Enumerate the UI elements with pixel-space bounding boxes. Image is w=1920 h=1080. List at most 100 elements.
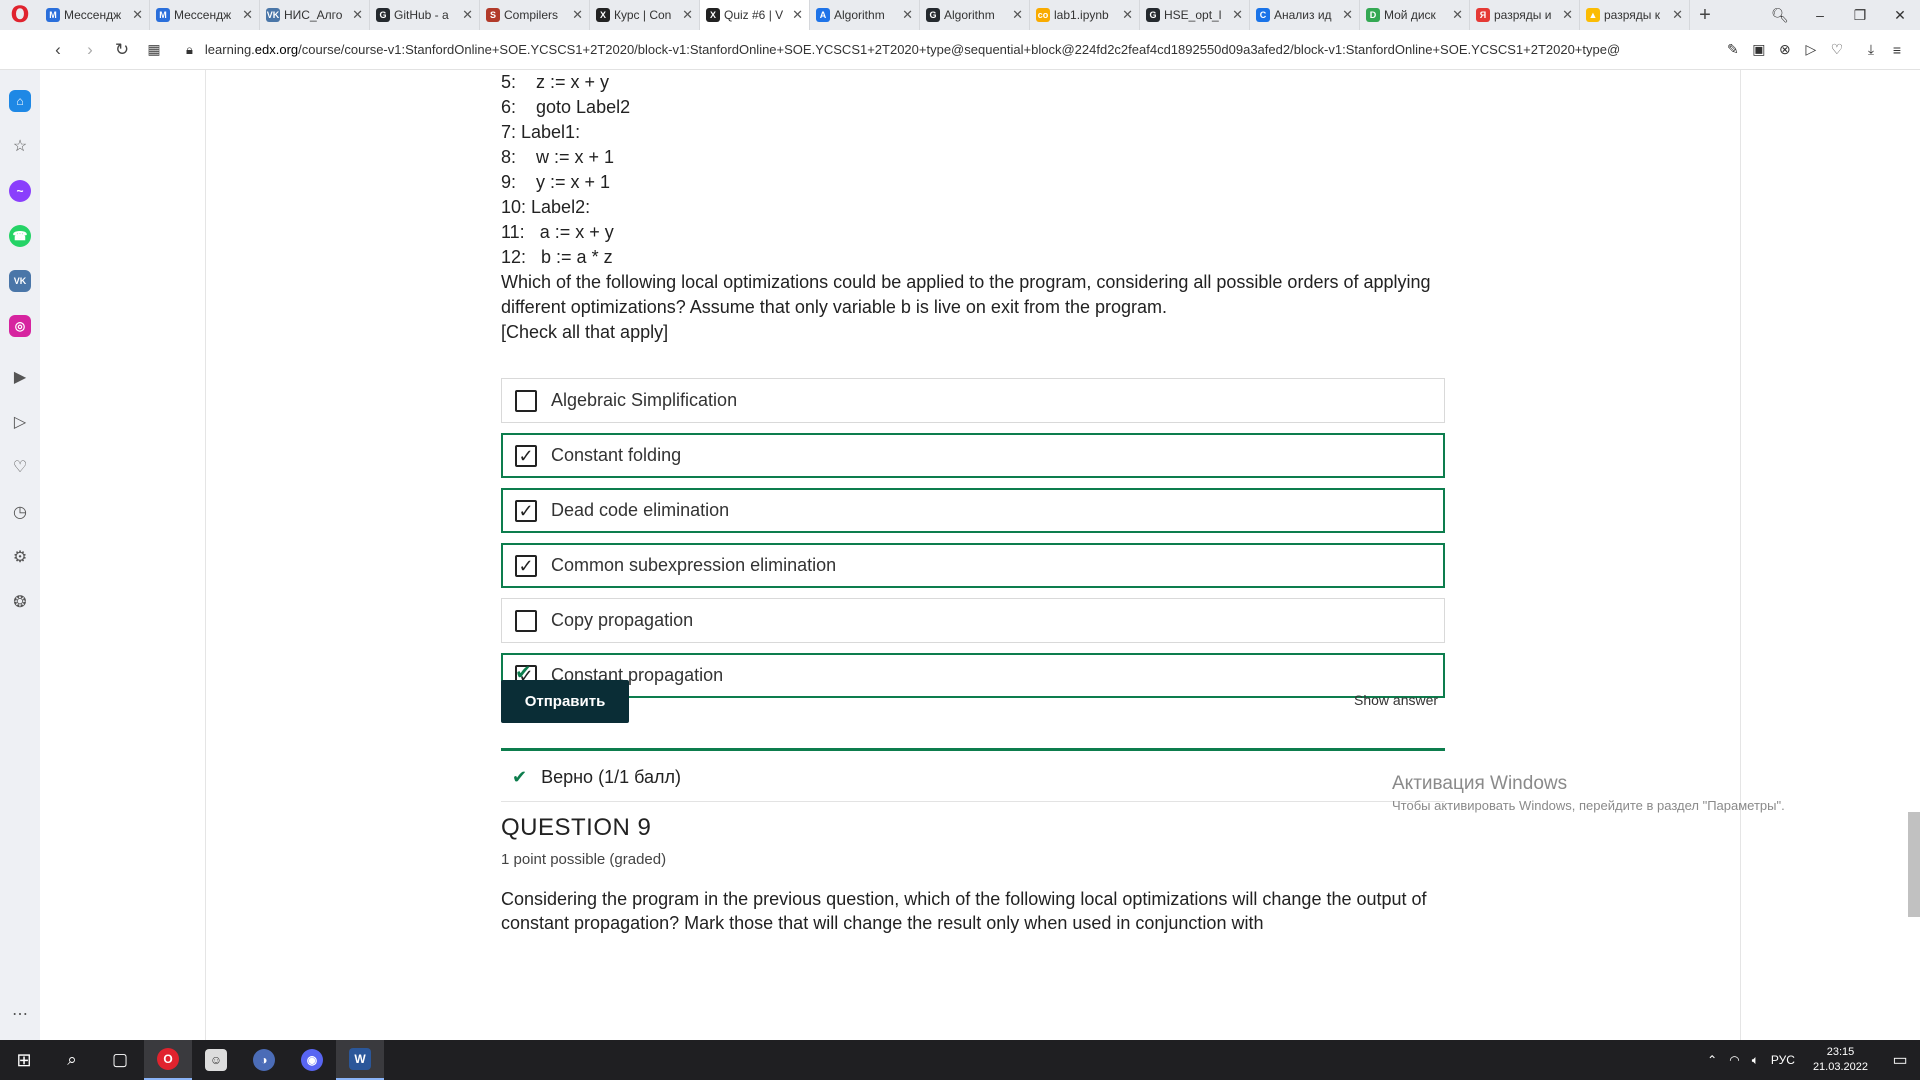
close-window-button[interactable]: ✕ xyxy=(1880,0,1920,30)
notifications-icon[interactable]: ▭ xyxy=(1880,1050,1920,1070)
instagram-icon[interactable]: ◎ xyxy=(0,303,40,348)
browser-tab[interactable]: X Курс | Con ✕ xyxy=(590,0,700,30)
more-icon[interactable]: ⋯ xyxy=(0,991,40,1036)
tab-close-icon[interactable]: ✕ xyxy=(1232,7,1243,23)
new-tab-button[interactable]: + xyxy=(1690,4,1720,27)
player-icon[interactable]: ▶ xyxy=(0,354,40,399)
browser-tab[interactable]: G HSE_opt_l ✕ xyxy=(1140,0,1250,30)
tab-close-icon[interactable]: ✕ xyxy=(1342,7,1353,23)
browser-tab[interactable]: G GitHub - a ✕ xyxy=(370,0,480,30)
back-button[interactable]: ‹ xyxy=(42,40,74,60)
tab-close-icon[interactable]: ✕ xyxy=(902,7,913,23)
checkbox[interactable]: ✓ xyxy=(515,554,537,577)
send-sidebar-icon[interactable]: ▷ xyxy=(0,399,40,444)
tab-close-icon[interactable]: ✕ xyxy=(682,7,693,23)
messenger-icon[interactable]: ~ xyxy=(0,168,40,213)
minimize-button[interactable]: – xyxy=(1800,0,1840,30)
taskbar-app-icon[interactable]: ◑ xyxy=(240,1040,288,1080)
browser-tab[interactable]: G Algorithm ✕ xyxy=(920,0,1030,30)
download-icon[interactable]: ⤓ xyxy=(1858,41,1884,58)
search-tabs-icon[interactable]: 🔍︎ xyxy=(1760,0,1800,30)
browser-tab[interactable]: A Algorithm ✕ xyxy=(810,0,920,30)
tab-favicon-icon: M xyxy=(156,8,170,22)
tabs-grid-icon[interactable]: ▦ xyxy=(138,41,170,58)
tab-close-icon[interactable]: ✕ xyxy=(1562,7,1573,23)
browser-tab[interactable]: co lab1.ipynb ✕ xyxy=(1030,0,1140,30)
answer-option[interactable]: ✓ Dead code elimination xyxy=(501,488,1445,533)
lock-icon[interactable]: 🔒︎ xyxy=(186,42,193,58)
reload-button[interactable]: ↻ xyxy=(106,40,138,60)
favorites-icon[interactable]: ♡ xyxy=(0,444,40,489)
tab-close-icon[interactable]: ✕ xyxy=(462,7,473,23)
question-separator xyxy=(501,801,1445,802)
checkbox[interactable] xyxy=(515,609,537,632)
tab-close-icon[interactable]: ✕ xyxy=(242,7,253,23)
browser-tab[interactable]: S Compilers ✕ xyxy=(480,0,590,30)
menu-icon[interactable]: ≡ xyxy=(1884,42,1910,58)
clock[interactable]: 23:15 21.03.2022 xyxy=(1801,1045,1880,1075)
task-view-icon[interactable]: ▢ xyxy=(96,1040,144,1080)
home-icon[interactable]: ⌂ xyxy=(0,78,40,123)
answer-option[interactable]: Algebraic Simplification xyxy=(501,378,1445,423)
edit-icon[interactable]: ✎ xyxy=(1720,41,1746,58)
search-icon[interactable]: ⌕ xyxy=(48,1040,96,1080)
history-icon[interactable]: ◷ xyxy=(0,489,40,534)
heart-icon[interactable]: ♡ xyxy=(1824,41,1850,58)
start-button[interactable]: ⊞ xyxy=(0,1040,48,1080)
browser-tab[interactable]: M Мессендж ✕ xyxy=(40,0,150,30)
wifi-icon[interactable]: ◠ xyxy=(1723,1053,1745,1067)
browser-tab[interactable]: Яразряды и ✕ xyxy=(1470,0,1580,30)
lightbulb-icon[interactable]: ❂ xyxy=(0,579,40,624)
scrollbar-thumb[interactable] xyxy=(1908,812,1920,917)
send-icon[interactable]: ▷ xyxy=(1798,41,1824,58)
code-line: 10: Label2: xyxy=(501,197,591,217)
restore-button[interactable]: ❐ xyxy=(1840,0,1880,30)
taskbar-discord[interactable]: ◉ xyxy=(288,1040,336,1080)
submit-button[interactable]: Отправить xyxy=(501,680,629,723)
checkbox[interactable] xyxy=(515,389,537,412)
tab-close-icon[interactable]: ✕ xyxy=(1012,7,1023,23)
browser-tab[interactable]: D Мой диск ✕ xyxy=(1360,0,1470,30)
answer-option[interactable]: ✓ Constant folding xyxy=(501,433,1445,478)
taskbar-word[interactable]: W xyxy=(336,1040,384,1080)
tab-close-icon[interactable]: ✕ xyxy=(572,7,583,23)
windows-taskbar: ⊞ ⌕ ▢ O ☺ ◑ ◉ W ⌃ ◠ 🔈︎ РУС 23:15 21.03.2… xyxy=(0,1040,1920,1080)
language-indicator[interactable]: РУС xyxy=(1765,1053,1801,1067)
opera-logo-icon[interactable]: O xyxy=(0,0,40,30)
tab-favicon-icon: G xyxy=(376,8,390,22)
tab-close-icon[interactable]: ✕ xyxy=(1672,7,1683,23)
browser-tab[interactable]: X Quiz #6 | V ✕ xyxy=(700,0,810,30)
answer-option[interactable]: ✓ Common subexpression elimination xyxy=(501,543,1445,588)
tab-close-icon[interactable]: ✕ xyxy=(1122,7,1133,23)
tab-close-icon[interactable]: ✕ xyxy=(792,7,803,23)
volume-icon[interactable]: 🔈︎ xyxy=(1746,1053,1765,1068)
tab-close-icon[interactable]: ✕ xyxy=(352,7,363,23)
browser-tab[interactable]: VK НИС_Алго ✕ xyxy=(260,0,370,30)
show-answer-button[interactable]: Show answer xyxy=(1354,692,1438,708)
tab-close-icon[interactable]: ✕ xyxy=(132,7,143,23)
vk-icon[interactable]: VK xyxy=(0,258,40,303)
tray-up-icon[interactable]: ⌃ xyxy=(1701,1053,1723,1067)
whatsapp-icon[interactable]: ☎ xyxy=(0,213,40,258)
checkbox[interactable]: ✓ xyxy=(515,444,537,467)
settings-icon[interactable]: ⚙ xyxy=(0,534,40,579)
taskbar-image-app[interactable]: ☺ xyxy=(192,1040,240,1080)
tabs-container: M Мессендж ✕ M Мессендж ✕ VK НИС_Алго ✕ G GitHub -… xyxy=(40,0,1690,30)
taskbar-opera[interactable]: O xyxy=(144,1040,192,1080)
code-line: 11: a := x + y xyxy=(501,222,614,242)
answer-option[interactable]: Copy propagation xyxy=(501,598,1445,643)
browser-tab[interactable]: ▲ разряды к ✕ xyxy=(1580,0,1690,30)
browser-tab[interactable]: M Мессендж ✕ xyxy=(150,0,260,30)
url-field[interactable]: learning.edx.org/course/course-v1:Stanfo… xyxy=(205,42,1720,57)
checkbox[interactable]: ✓ xyxy=(515,499,537,522)
address-bar: ‹ › ↻ ▦ 🔒︎ learning.edx.org/course/cours… xyxy=(0,30,1920,70)
forward-button[interactable]: › xyxy=(74,40,106,60)
tab-close-icon[interactable]: ✕ xyxy=(1452,7,1463,23)
browser-tab[interactable]: C Анализ ид ✕ xyxy=(1250,0,1360,30)
star-icon[interactable]: ☆ xyxy=(0,123,40,168)
tab-title: Курс | Con xyxy=(614,8,672,22)
result-status: ✔ Верно (1/1 балл) xyxy=(512,767,681,788)
camera-icon[interactable]: ▣ xyxy=(1746,41,1772,58)
block-icon[interactable]: ⊗ xyxy=(1772,41,1798,58)
answer-option[interactable]: ✓ Constant propagation xyxy=(501,653,1445,698)
